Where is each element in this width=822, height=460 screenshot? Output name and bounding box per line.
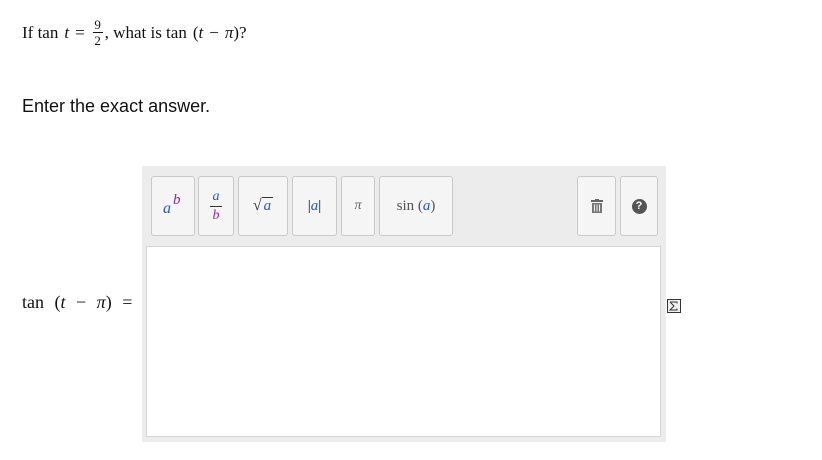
sin-fn: sin [396,197,415,214]
help-icon: ? [631,198,647,214]
fraction-numerator: 9 [94,17,101,32]
expr-close: )? [233,22,247,42]
expr-var: t [198,22,204,42]
fraction-btn-num: a [212,188,220,204]
sin-close: ) [430,197,436,214]
fraction-btn-den: b [212,207,220,223]
fraction-button[interactable]: a b [198,176,234,236]
answer-label-pi: π [96,292,106,312]
equation-editor-icon[interactable] [667,299,681,313]
sqrt-button[interactable]: √ a [238,176,288,236]
question-suffix: , what is tan [104,22,187,42]
question-prefix: If tan [22,22,59,42]
question-fraction: 9 2 [92,17,103,48]
math-editor: a b a b √ a |a| π sin (a) ? [142,166,666,442]
sin-button[interactable]: sin (a) [379,176,453,236]
question-equals: = [75,22,85,42]
answer-label-minus: − [76,292,87,312]
pi-symbol: π [354,198,362,213]
abs-close: | [318,197,322,214]
exponent-button[interactable]: a b [151,176,195,236]
answer-label-close: ) [105,292,112,312]
answer-label-fn: tan [22,292,44,312]
exponent-power: b [173,192,181,208]
fraction-denominator: 2 [94,33,101,48]
sqrt-arg: a [261,197,274,214]
answer-label-equals: = [122,292,133,312]
answer-label-var: t [60,292,66,312]
answer-label: tan (t − π) = [22,292,132,313]
answer-input[interactable] [146,246,661,437]
clear-button[interactable] [577,176,616,236]
trash-icon [590,199,604,213]
question-var: t [64,22,70,42]
sqrt-radical: √ [252,197,262,214]
help-button[interactable]: ? [620,176,658,236]
absolute-value-button[interactable]: |a| [292,176,337,236]
pi-button[interactable]: π [341,176,375,236]
exponent-base: a [163,200,171,217]
instruction-text: Enter the exact answer. [22,96,211,116]
expr-pi: π [224,22,234,42]
expr-minus: − [209,22,219,42]
question-text: If tan t = 9 2 , what is tan ( t − π )? [22,18,247,47]
